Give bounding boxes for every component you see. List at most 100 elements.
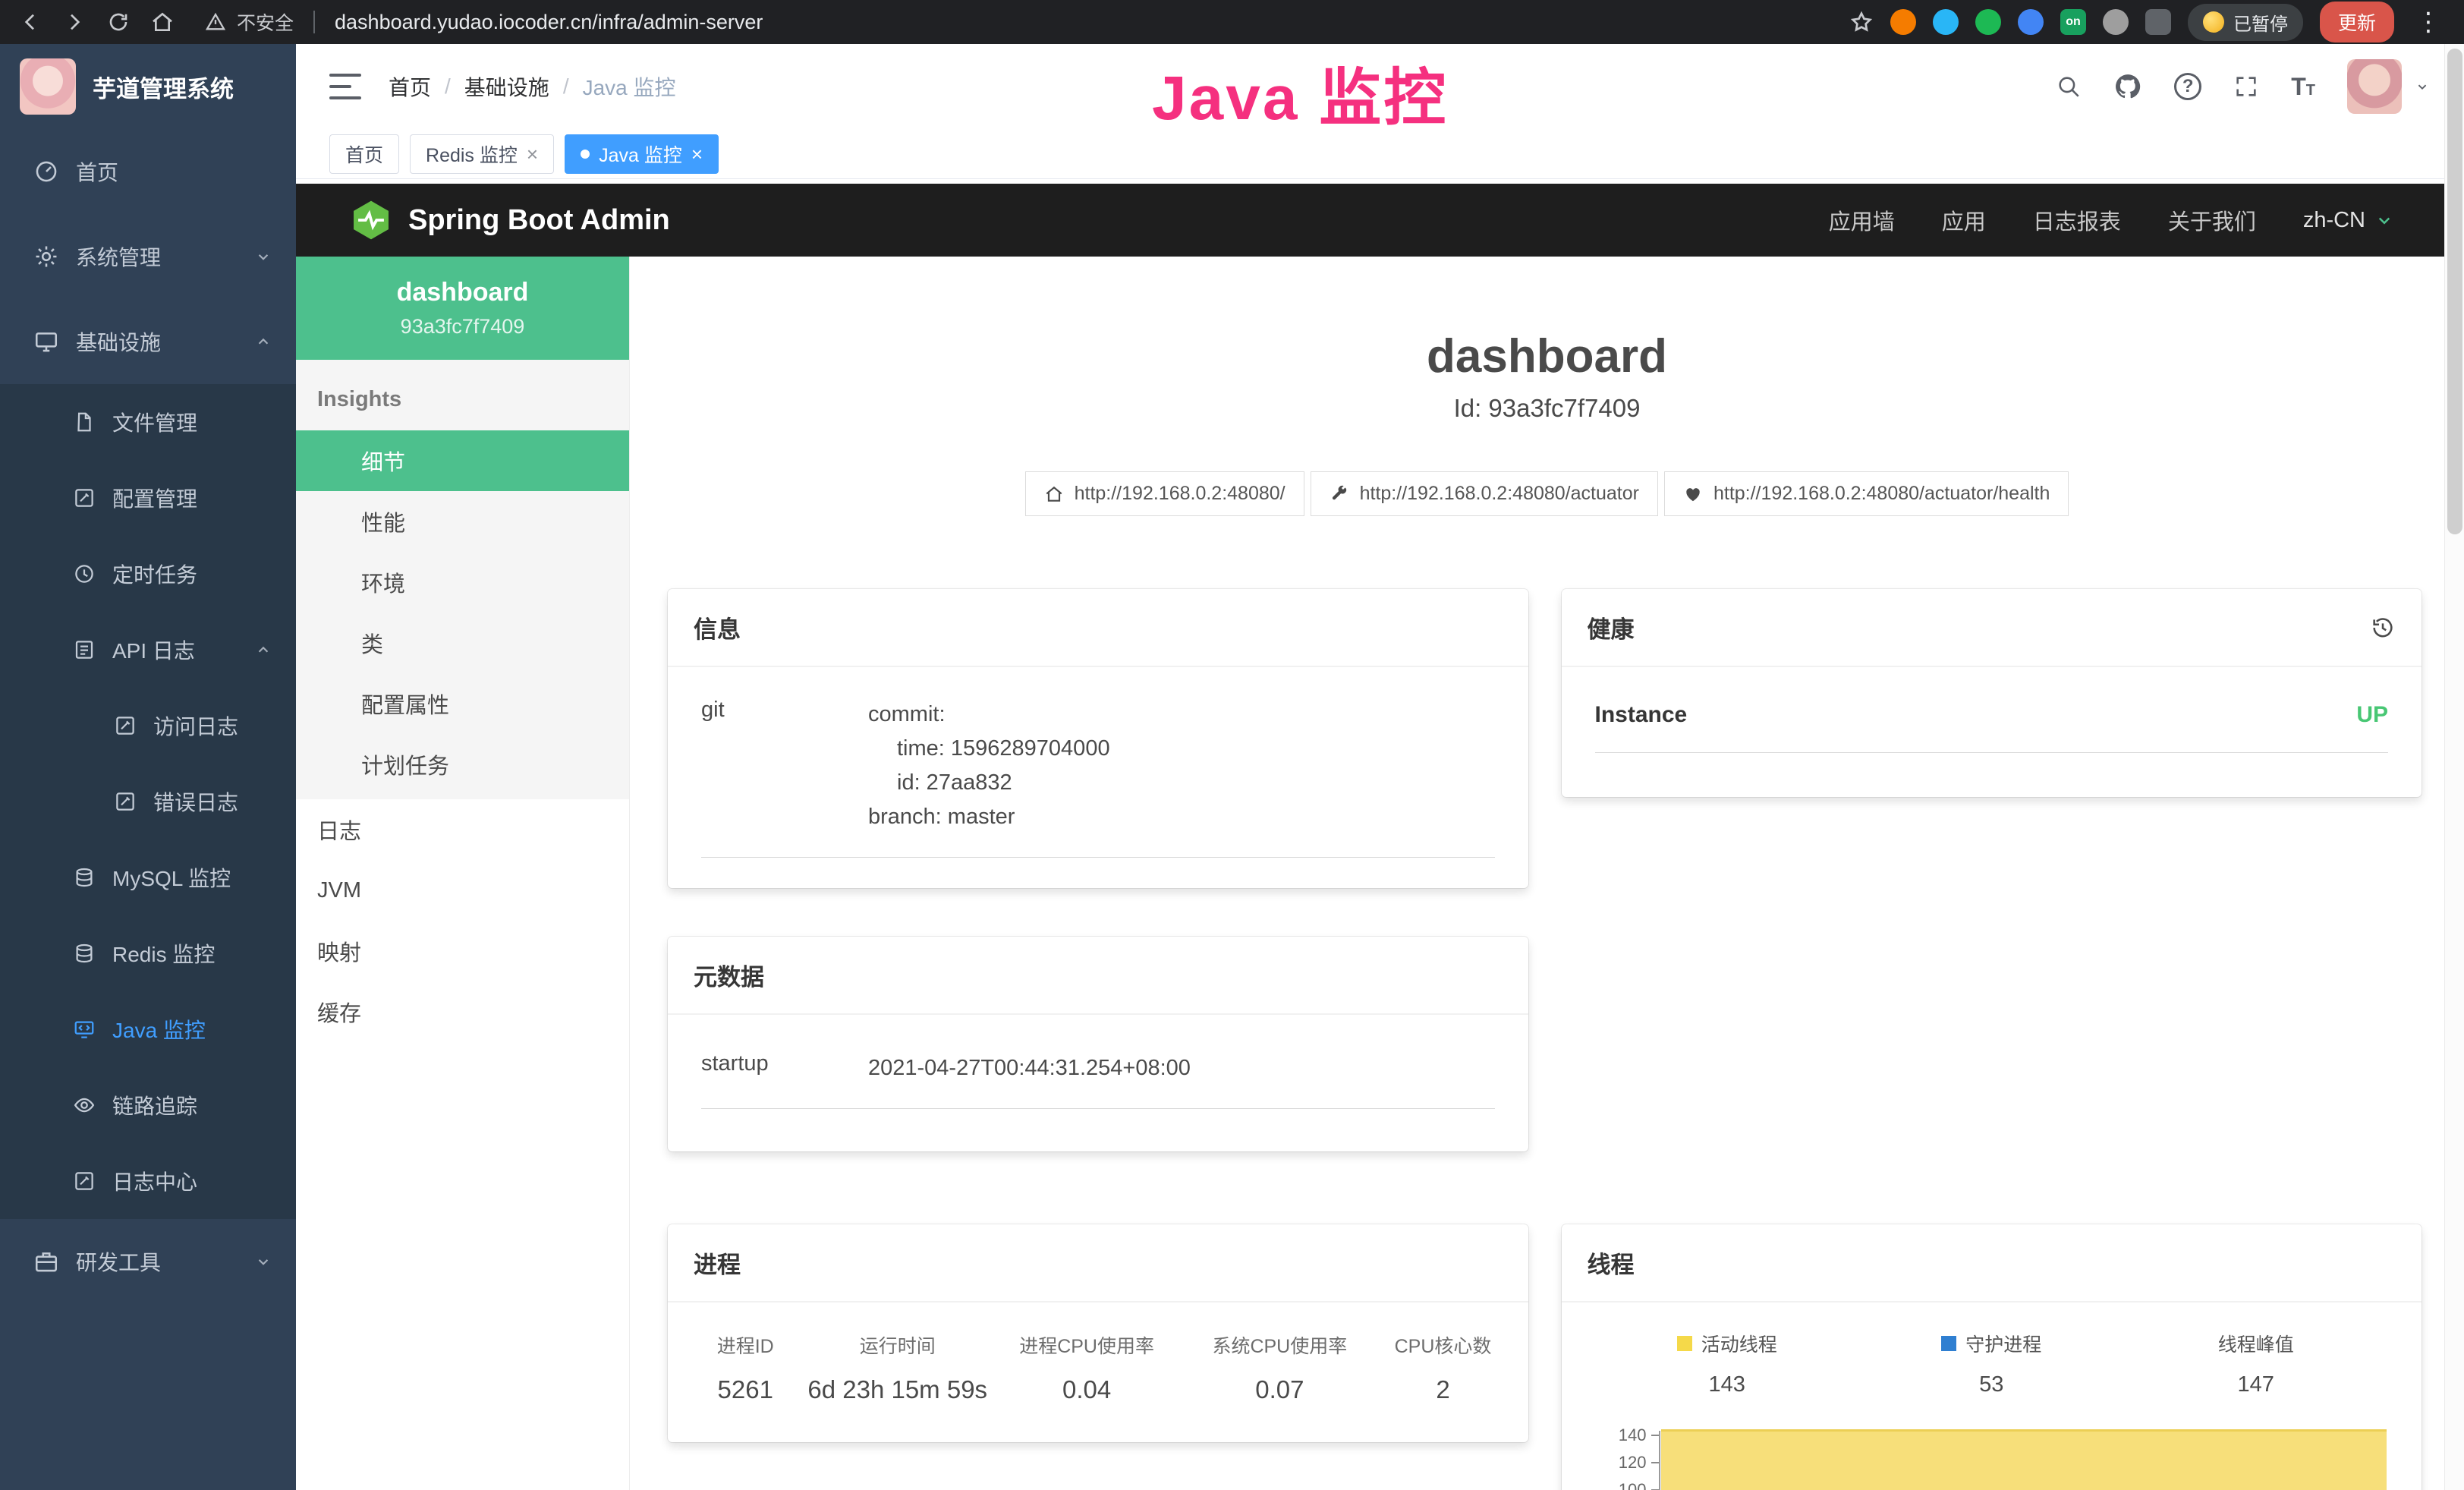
active-dot-icon xyxy=(581,150,590,159)
sidebar-item-access-log[interactable]: 访问日志 xyxy=(0,688,296,764)
sidebar-item-file-management[interactable]: 文件管理 xyxy=(0,384,296,460)
service-url-link[interactable]: http://192.168.0.2:48080/ xyxy=(1025,471,1304,516)
github-icon[interactable] xyxy=(2113,72,2142,101)
threads-chart-plot xyxy=(1659,1431,2389,1490)
address-bar[interactable]: 不安全 dashboard.yudao.iocoder.cn/infra/adm… xyxy=(205,8,763,36)
sba-nav-applications[interactable]: 应用 xyxy=(1942,204,1986,236)
app-title: 芋道管理系统 xyxy=(93,70,234,104)
chevron-down-icon xyxy=(2414,78,2431,95)
page-scrollbar[interactable] xyxy=(2444,44,2464,1490)
close-icon[interactable]: × xyxy=(691,144,703,164)
sba-brand[interactable]: Spring Boot Admin xyxy=(349,198,670,242)
health-card: 健康 Instance UP xyxy=(1562,589,2422,797)
browser-extension-icon[interactable] xyxy=(1975,9,2001,35)
sidebar-item-java-monitor[interactable]: Java 监控 xyxy=(0,991,296,1067)
metadata-card-title: 元数据 xyxy=(668,937,1528,1015)
health-url-link[interactable]: http://192.168.0.2:48080/actuator/health xyxy=(1664,471,2069,516)
monitor-code-icon xyxy=(73,1018,96,1041)
sidebar-item-redis-monitor[interactable]: Redis 监控 xyxy=(0,915,296,991)
search-icon[interactable] xyxy=(2056,74,2082,99)
header-actions: ? TT xyxy=(2056,59,2431,114)
app-logo-image xyxy=(20,58,76,115)
sidebar-item-home[interactable]: 首页 xyxy=(0,129,296,214)
sba-item-scheduled-tasks[interactable]: 计划任务 xyxy=(296,734,629,795)
forward-icon[interactable] xyxy=(62,10,87,34)
update-button[interactable]: 更新 xyxy=(2320,2,2394,43)
sidebar-item-system[interactable]: 系统管理 xyxy=(0,214,296,299)
instance-block[interactable]: dashboard 93a3fc7f7409 xyxy=(296,257,629,360)
browser-toolbar-right: on 已暂停 更新 ⋮ xyxy=(1849,2,2446,43)
paused-badge[interactable]: 已暂停 xyxy=(2188,4,2303,41)
chevron-up-icon xyxy=(253,640,273,660)
sba-content: dashboard Id: 93a3fc7f7409 http://192.16… xyxy=(630,257,2464,1490)
reload-icon[interactable] xyxy=(106,10,131,34)
extensions-puzzle-icon[interactable] xyxy=(2145,9,2171,35)
collapse-sidebar-icon[interactable] xyxy=(329,74,361,99)
instance-id: 93a3fc7f7409 xyxy=(304,315,622,339)
history-icon[interactable] xyxy=(2370,615,2396,641)
sidebar-item-devtools[interactable]: 研发工具 xyxy=(0,1219,296,1304)
sba-item-jvm[interactable]: JVM xyxy=(296,860,629,921)
sba-item-details[interactable]: 细节 xyxy=(296,430,629,491)
breadcrumb-home[interactable]: 首页 xyxy=(389,71,431,102)
spring-boot-admin-frame: Spring Boot Admin 应用墙 应用 日志报表 关于我们 zh-CN xyxy=(296,184,2464,1490)
sba-item-config-props[interactable]: 配置属性 xyxy=(296,673,629,734)
legend-daemon-threads: 守护进程 53 xyxy=(1859,1330,2124,1397)
close-icon[interactable]: × xyxy=(527,144,538,164)
sidebar-item-infra[interactable]: 基础设施 xyxy=(0,299,296,384)
bookmark-star-icon[interactable] xyxy=(1849,10,1874,34)
sidebar-item-trace[interactable]: 链路追踪 xyxy=(0,1067,296,1143)
health-row-label: Instance xyxy=(1595,702,1688,728)
sba-item-caches[interactable]: 缓存 xyxy=(296,981,629,1042)
process-stats-row: 进程ID 5261 运行时间 6d 23h 15m 59s 进程CPU使用率 xyxy=(686,1330,1510,1410)
browser-extension-icon[interactable] xyxy=(1890,9,1916,35)
sba-item-environment[interactable]: 环境 xyxy=(296,552,629,613)
user-avatar[interactable] xyxy=(2347,59,2402,114)
browser-extension-on-icon[interactable]: on xyxy=(2060,9,2086,35)
page-header: 首页 / 基础设施 / Java 监控 Java 监控 ? TT xyxy=(296,44,2464,129)
sidebar-item-config-management[interactable]: 配置管理 xyxy=(0,460,296,536)
instance-name: dashboard xyxy=(304,278,622,307)
edit-icon xyxy=(114,790,137,813)
fullscreen-icon[interactable] xyxy=(2233,74,2259,99)
browser-extension-icon[interactable] xyxy=(1933,9,1959,35)
sba-item-performance[interactable]: 性能 xyxy=(296,491,629,552)
help-icon[interactable]: ? xyxy=(2174,73,2201,100)
tab-home[interactable]: 首页 xyxy=(329,134,399,174)
sidebar-item-mysql-monitor[interactable]: MySQL 监控 xyxy=(0,840,296,915)
metadata-key: startup xyxy=(701,1051,868,1085)
smiley-icon xyxy=(2203,11,2224,33)
sidebar-item-error-log[interactable]: 错误日志 xyxy=(0,764,296,840)
font-size-icon[interactable]: TT xyxy=(2291,73,2315,101)
browser-home-icon[interactable] xyxy=(150,10,175,34)
sba-nav-wallboard[interactable]: 应用墙 xyxy=(1829,204,1895,236)
health-card-title: 健康 xyxy=(1588,610,1635,644)
sidebar-item-scheduled-jobs[interactable]: 定时任务 xyxy=(0,536,296,612)
back-icon[interactable] xyxy=(18,10,42,34)
sba-nav-journal[interactable]: 日志报表 xyxy=(2033,204,2121,236)
threads-card-title: 线程 xyxy=(1562,1224,2422,1303)
database-icon xyxy=(73,866,96,889)
tab-redis-monitor[interactable]: Redis 监控 × xyxy=(410,134,554,174)
address-divider xyxy=(313,11,315,33)
annotation-overlay-text: Java 监控 xyxy=(1152,47,1448,137)
sba-item-mappings[interactable]: 映射 xyxy=(296,921,629,981)
process-stat: 进程ID 5261 xyxy=(686,1331,804,1404)
browser-extension-icon[interactable] xyxy=(2103,9,2129,35)
breadcrumb-infra[interactable]: 基础设施 xyxy=(464,71,549,102)
tab-java-monitor[interactable]: Java 监控 × xyxy=(565,134,719,174)
scrollbar-thumb[interactable] xyxy=(2447,49,2462,534)
breadcrumb-current: Java 监控 xyxy=(583,71,676,102)
threads-legend: 活动线程 143 守护进程 xyxy=(1595,1330,2389,1397)
kebab-menu-icon[interactable]: ⋮ xyxy=(2411,7,2446,37)
sba-item-classes[interactable]: 类 xyxy=(296,613,629,673)
browser-extension-icon[interactable] xyxy=(2018,9,2044,35)
sidebar-item-api-log[interactable]: API 日志 xyxy=(0,612,296,688)
metadata-card: 元数据 startup 2021-04-27T00:44:31.254+08:0… xyxy=(668,937,1528,1151)
actuator-url-link[interactable]: http://192.168.0.2:48080/actuator xyxy=(1311,471,1658,516)
sba-item-logs[interactable]: 日志 xyxy=(296,799,629,860)
heart-icon xyxy=(1683,484,1703,504)
sidebar-item-log-center[interactable]: 日志中心 xyxy=(0,1143,296,1219)
sba-nav-about[interactable]: 关于我们 xyxy=(2168,204,2256,236)
language-selector[interactable]: zh-CN xyxy=(2303,208,2396,233)
